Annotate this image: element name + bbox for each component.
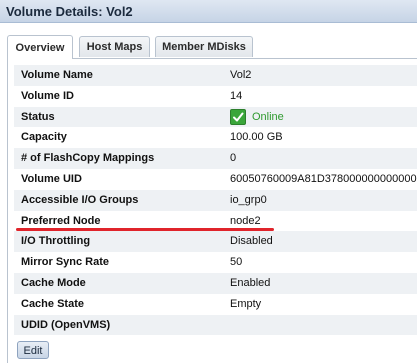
status-text: Online (252, 110, 284, 123)
detail-row-io-groups: Accessible I/O Groups io_grp0 (14, 189, 417, 211)
tab-host-maps[interactable]: Host Maps (79, 36, 150, 57)
detail-value: Vol2 (230, 69, 252, 81)
detail-label: Accessible I/O Groups (21, 193, 139, 206)
detail-label: Preferred Node (21, 214, 101, 227)
detail-row-mirror-sync-rate: Mirror Sync Rate 50 (14, 252, 417, 273)
detail-value: 50 (230, 256, 243, 269)
detail-row-volume-name: Volume Name Vol2 (14, 65, 417, 86)
overview-panel: Volume Name Vol2 Volume ID 14 Status Onl… (7, 58, 417, 363)
detail-row-cache-state: Cache State Empty (14, 293, 417, 315)
detail-label: Status (21, 110, 55, 123)
detail-label: Volume UID (21, 172, 82, 185)
detail-label: Cache Mode (21, 276, 86, 289)
detail-value: 14 (230, 89, 243, 102)
details-table: Volume Name Vol2 Volume ID 14 Status Onl… (14, 65, 417, 336)
detail-label: Capacity (21, 131, 67, 144)
detail-row-cache-mode: Cache Mode Enabled (14, 272, 417, 294)
detail-label: Volume Name (21, 69, 93, 81)
title-bar: Volume Details: Vol2 (0, 0, 417, 23)
detail-value: 0 (230, 152, 237, 165)
detail-label: Cache State (21, 297, 84, 310)
detail-row-volume-uid: Volume UID 60050760009A81D37800000000000… (14, 168, 417, 190)
detail-value: Disabled (230, 235, 273, 248)
detail-row-status: Status Online (14, 106, 417, 128)
detail-label: # of FlashCopy Mappings (21, 152, 155, 165)
detail-value: 100.00 GB (230, 131, 283, 144)
detail-value: node2 (230, 214, 261, 227)
detail-value: io_grp0 (230, 193, 267, 206)
detail-value: 60050760009A81D37800000000000013 (230, 172, 417, 185)
preferred-node-highlight-underline (16, 228, 274, 231)
detail-value: Enabled (230, 276, 271, 289)
window-title: Volume Details: Vol2 (6, 4, 133, 19)
detail-row-io-throttling: I/O Throttling Disabled (14, 231, 417, 253)
check-icon (230, 108, 246, 125)
detail-label: UDID (OpenVMS) (21, 318, 111, 331)
detail-row-capacity: Capacity 100.00 GB (14, 127, 417, 149)
detail-value: Empty (230, 297, 262, 310)
detail-label: I/O Throttling (21, 235, 91, 248)
volume-details-window: Volume Details: Vol2 Overview Host Maps … (0, 0, 417, 363)
detail-row-volume-id: Volume ID 14 (14, 85, 417, 107)
detail-label: Volume ID (21, 89, 74, 102)
detail-row-flashcopy-mappings: # of FlashCopy Mappings 0 (14, 148, 417, 169)
edit-button[interactable]: Edit (17, 341, 49, 359)
detail-label: Mirror Sync Rate (21, 256, 110, 269)
tab-overview[interactable]: Overview (7, 35, 73, 59)
tab-member-mdisks[interactable]: Member MDisks (155, 36, 253, 57)
detail-row-udid: UDID (OpenVMS) (14, 314, 417, 336)
